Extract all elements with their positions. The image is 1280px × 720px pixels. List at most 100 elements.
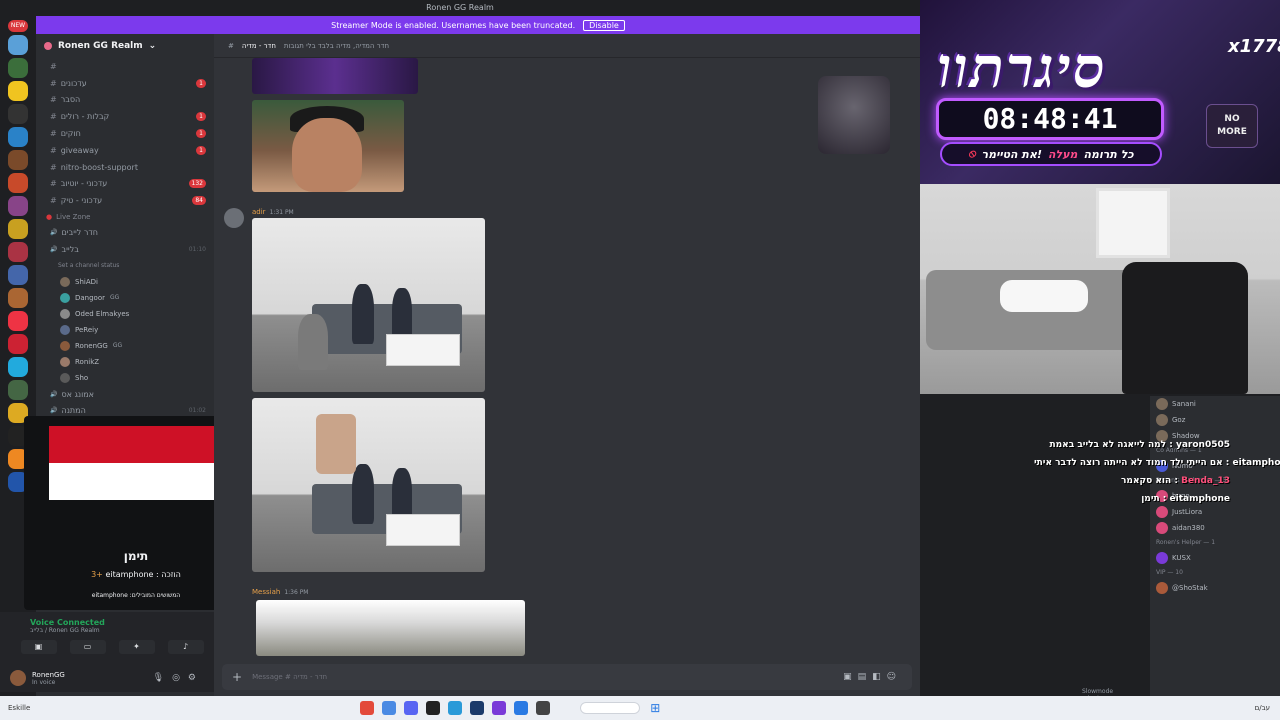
app-icon[interactable] [448, 701, 463, 715]
popup-user: eitamphone [105, 570, 154, 579]
server-icon[interactable] [8, 242, 28, 262]
server-avatar-icon [44, 42, 52, 50]
channel-item[interactable]: # עדכוני - טיק 84 [36, 192, 214, 209]
app-icon[interactable] [360, 701, 375, 715]
gift-icon[interactable]: ▣ [843, 672, 858, 682]
app-icon[interactable] [536, 701, 551, 715]
voice-channel-label: בלייב [61, 244, 79, 254]
avatar[interactable] [224, 208, 244, 228]
avatar [60, 308, 70, 319]
voice-user[interactable]: PeReiy [36, 322, 214, 338]
search-box[interactable] [580, 702, 641, 714]
message-composer[interactable]: + Message # חדר - מדיה ▣▤◧☺ [222, 664, 912, 690]
server-icon[interactable] [8, 219, 28, 239]
plus-icon[interactable]: + [232, 670, 242, 684]
member-item[interactable]: aidan380 [1150, 520, 1280, 536]
channel-item[interactable]: # [36, 58, 214, 75]
server-icon[interactable] [8, 35, 28, 55]
server-header[interactable]: Ronen GG Realm ⌄ [36, 34, 214, 58]
app-icon[interactable] [426, 701, 441, 715]
media-image[interactable] [252, 218, 485, 392]
unread-count-badge: 1 [196, 78, 206, 88]
member-item[interactable]: Goz [1150, 412, 1280, 428]
avatar[interactable] [10, 670, 26, 686]
server-icon[interactable] [8, 380, 28, 400]
channel-item[interactable]: # הסבר [36, 92, 214, 109]
server-icon[interactable] [8, 265, 28, 285]
gear-icon[interactable]: ⚙ [188, 673, 204, 683]
mic-icon[interactable]: 🎙 [153, 673, 172, 683]
channel-item[interactable]: # חוקים 1 [36, 125, 214, 142]
member-name: Sanani [1172, 400, 1196, 408]
member-item[interactable]: @ShoStak [1150, 580, 1280, 596]
camera-icon[interactable]: ▣ [20, 640, 57, 654]
gif-icon[interactable]: ▤ [858, 672, 873, 682]
server-icon[interactable] [8, 104, 28, 124]
message-header: Messiah 1:36 PM [252, 588, 309, 596]
taskbar-left-text[interactable]: Eskille [8, 704, 30, 712]
voice-user[interactable]: Sho [36, 370, 214, 386]
chat-topic: חדר המדיה, מדיה בלבד בלי תגובות [283, 41, 390, 50]
chat-area: # חדר - מדיה חדר המדיה, מדיה בלבד בלי תג… [214, 34, 1113, 702]
voice-user[interactable]: Dangoor GG [36, 290, 214, 306]
emoji-icon[interactable]: ☺ [887, 672, 902, 682]
webcam-feed [920, 184, 1280, 394]
sticker-icon[interactable]: ◧ [872, 672, 887, 682]
server-icon[interactable] [8, 288, 28, 308]
server-icon[interactable] [8, 58, 28, 78]
media-image[interactable] [252, 398, 485, 572]
app-icon[interactable] [404, 701, 419, 715]
app-icon[interactable] [470, 701, 485, 715]
app-icon[interactable] [492, 701, 507, 715]
activities-icon[interactable]: ✦ [118, 640, 155, 654]
message-time: 1:31 PM [269, 208, 294, 216]
headphones-icon[interactable]: ◎ [172, 673, 188, 683]
voice-channel-time: 01:02 [188, 407, 206, 415]
server-icon[interactable] [8, 357, 28, 377]
new-badge[interactable]: NEW [8, 20, 28, 32]
soundboard-icon[interactable]: ♪ [167, 640, 204, 654]
disable-streamer-mode-button[interactable]: Disable [583, 19, 625, 31]
voice-channel-item[interactable]: 🔊 חדר לייבים [36, 224, 214, 241]
server-icon[interactable] [8, 196, 28, 216]
voice-user[interactable]: Oded Elmakyes [36, 306, 214, 322]
voice-user[interactable]: RonenGG GG [36, 338, 214, 354]
screen-share-icon[interactable]: ▭ [69, 640, 106, 654]
voice-user-name: RonenGG [75, 341, 108, 350]
channel-item[interactable]: # עדכוני - יוטיוב 132 [36, 176, 214, 193]
server-icon[interactable] [8, 173, 28, 193]
server-icon[interactable] [8, 311, 28, 331]
server-icon[interactable] [8, 81, 28, 101]
unread-count-badge: 84 [192, 196, 206, 206]
server-icon[interactable] [8, 334, 28, 354]
media-image[interactable] [252, 58, 418, 94]
voice-user-name: Oded Elmakyes [75, 309, 130, 318]
channel-item[interactable]: # עדכונים 1 [36, 75, 214, 92]
message-author[interactable]: adir [252, 208, 266, 216]
server-icon[interactable] [8, 150, 28, 170]
voice-channel-item[interactable]: 🔊 אמונג אס [36, 386, 214, 403]
voice-channel-label: חדר לייבים [61, 228, 98, 238]
stream-chat-line: למה לייאגה לא בלייב באמת : yaron0505 [1049, 440, 1230, 450]
channel-item[interactable]: # קבלות - רולים 1 [36, 108, 214, 125]
app-icon[interactable] [382, 701, 397, 715]
channel-item[interactable]: # nitro-boost-support [36, 159, 214, 176]
live-zone-category[interactable]: ● Live Zone [36, 209, 214, 224]
voice-channel-list: 🔊 חדר לייבים 🔊 בלייב 01:10 [36, 224, 214, 258]
channel-status[interactable]: Set a channel status [36, 258, 214, 274]
windows-start-icon[interactable]: ⊞ [650, 701, 660, 715]
channel-label: חוקים [60, 129, 81, 139]
member-item[interactable]: KUSX [1150, 550, 1280, 566]
voice-user[interactable]: RonikZ [36, 354, 214, 370]
member-item[interactable]: Sanani [1150, 396, 1280, 412]
media-image[interactable] [252, 100, 404, 192]
app-icon[interactable] [514, 701, 529, 715]
message-author[interactable]: Messiah [252, 588, 280, 596]
voice-sub: בלייב / Ronen GG Realm [30, 627, 100, 634]
server-icon[interactable] [8, 127, 28, 147]
channel-item[interactable]: # giveaway 1 [36, 142, 214, 159]
voice-user-name: Sho [75, 373, 89, 382]
media-image[interactable] [256, 600, 525, 656]
voice-user[interactable]: ShiADi [36, 274, 214, 290]
voice-channel-item[interactable]: 🔊 בלייב 01:10 [36, 241, 214, 258]
